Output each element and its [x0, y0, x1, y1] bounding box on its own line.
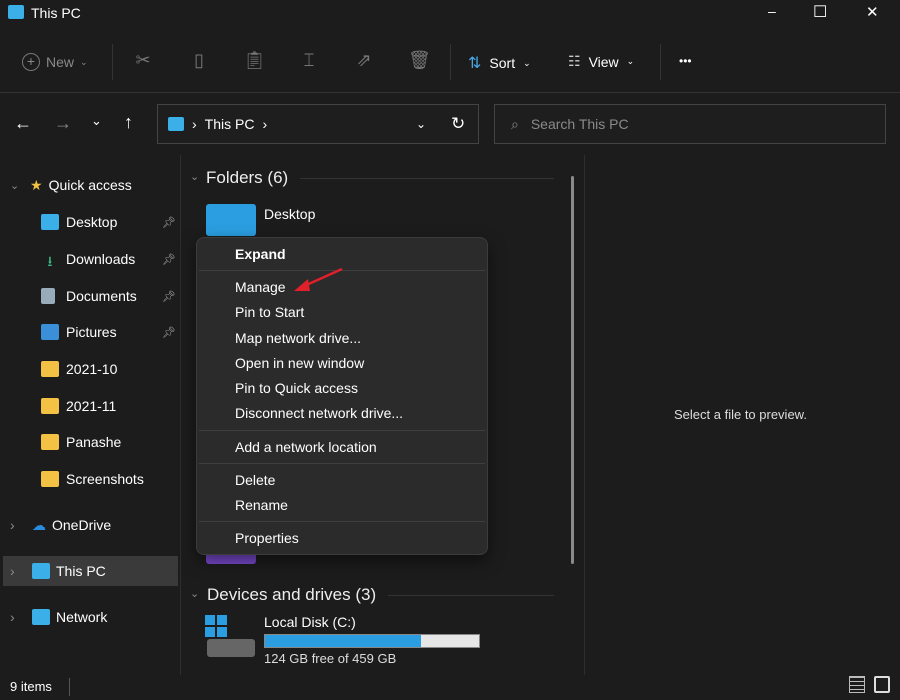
pc-icon [168, 117, 184, 131]
sort-icon: ⇅ [468, 55, 482, 72]
sidebar-item-network[interactable]: › Network [0, 602, 178, 632]
minimize-button[interactable]: – [768, 3, 776, 19]
paste-icon[interactable]: 📋︎ [243, 50, 266, 74]
pin-icon[interactable]: 📌︎ [162, 253, 176, 266]
collapse-icon[interactable]: ⌄ [190, 170, 199, 183]
menu-item-expand[interactable]: Expand [235, 246, 286, 262]
sidebar-item-downloads[interactable]: ⭳ Downloads 📌︎ [0, 244, 178, 274]
divider [300, 178, 554, 179]
folder-icon [206, 204, 256, 236]
sidebar-item-documents[interactable]: Documents 📌︎ [0, 281, 178, 311]
sidebar-item-2021-11[interactable]: 2021-11 [0, 391, 178, 421]
pc-icon [32, 563, 50, 579]
chevron-right-icon: › [192, 116, 197, 132]
sidebar-item-2021-10[interactable]: 2021-10 [0, 354, 178, 384]
more-button[interactable]: ••• [679, 54, 692, 68]
menu-item-map-network-drive[interactable]: Map network drive... [235, 330, 361, 346]
view-button[interactable]: ☷ View ⌄ [568, 53, 634, 70]
rename-icon[interactable]: ⌶ [298, 50, 320, 74]
view-icon: ☷ [568, 53, 581, 69]
pin-icon[interactable]: 📌︎ [162, 216, 176, 229]
up-button[interactable]: ↑ [124, 112, 133, 133]
chevron-down-icon: ⌄ [523, 57, 531, 68]
drive-icon [205, 615, 255, 657]
address-dropdown[interactable]: ⌄ [416, 117, 426, 131]
maximize-button[interactable]: ☐ [813, 2, 827, 22]
sidebar-item-screenshots[interactable]: Screenshots [0, 464, 178, 494]
plus-circle-icon: + [22, 53, 40, 71]
download-icon: ⭳ [47, 253, 53, 269]
sidebar-item-pictures[interactable]: Pictures 📌︎ [0, 317, 178, 347]
forward-button[interactable]: → [54, 113, 72, 134]
divider [112, 44, 113, 80]
devices-header: Devices and drives (3) [207, 585, 377, 604]
menu-item-pin-to-start[interactable]: Pin to Start [235, 304, 304, 320]
menu-item-rename[interactable]: Rename [235, 497, 288, 513]
menu-separator [199, 521, 485, 522]
delete-icon[interactable]: 🗑︎ [408, 50, 431, 74]
desktop-icon [41, 214, 59, 230]
search-box[interactable]: ⌕ Search This PC [494, 104, 886, 144]
chevron-down-icon: ⌄ [626, 56, 635, 66]
menu-item-manage[interactable]: Manage [235, 279, 286, 295]
recent-dropdown[interactable]: ⌄ [91, 113, 102, 129]
menu-item-properties[interactable]: Properties [235, 530, 299, 546]
divider [388, 595, 554, 596]
search-icon: ⌕ [511, 115, 519, 132]
folders-header: Folders (6) [206, 168, 289, 187]
document-icon [41, 288, 55, 304]
menu-separator [199, 430, 485, 431]
sidebar-item-this-pc[interactable]: › This PC [3, 556, 178, 586]
item-count: 9 items [10, 679, 52, 694]
folder-icon [41, 361, 59, 377]
network-icon [32, 609, 50, 625]
menu-item-add-network-location[interactable]: Add a network location [235, 439, 377, 455]
folder-icon [41, 434, 59, 450]
chevron-down-icon: ⌄ [80, 56, 88, 67]
folder-icon [41, 471, 59, 487]
divider [0, 92, 900, 93]
pin-icon[interactable]: 📌︎ [162, 326, 176, 339]
close-button[interactable]: ✕ [866, 3, 879, 21]
address-bar[interactable]: › This PC › ⌄ ↻ [157, 104, 479, 144]
tiles-view-icon[interactable] [874, 676, 890, 693]
divider [584, 155, 585, 675]
divider [660, 44, 661, 80]
copy-icon[interactable]: ▯ [188, 50, 210, 74]
scrollbar[interactable] [571, 176, 574, 564]
new-button[interactable]: + New ⌄ [22, 53, 88, 71]
menu-item-delete[interactable]: Delete [235, 472, 275, 488]
collapse-icon[interactable]: ⌄ [190, 587, 199, 600]
drive-usage-bar [264, 634, 480, 648]
divider [69, 678, 70, 696]
sidebar-item-panashe[interactable]: Panashe [0, 427, 178, 457]
sidebar-item-desktop[interactable]: Desktop 📌︎ [0, 207, 178, 237]
share-icon[interactable]: ⇗ [353, 50, 375, 74]
divider [180, 155, 181, 675]
drive-local-disk-c[interactable]: Local Disk (C:) 124 GB free of 459 GB [264, 614, 484, 666]
pin-icon[interactable]: 📌︎ [162, 290, 176, 303]
sidebar-item-onedrive[interactable]: › ☁ OneDrive [0, 510, 178, 540]
details-view-icon[interactable] [849, 676, 865, 693]
divider [450, 44, 451, 80]
menu-item-pin-quick-access[interactable]: Pin to Quick access [235, 380, 358, 396]
folder-icon [41, 398, 59, 414]
menu-item-disconnect-network-drive[interactable]: Disconnect network drive... [235, 405, 403, 421]
back-button[interactable]: ← [14, 113, 32, 134]
chevron-right-icon: › [262, 116, 268, 132]
sort-button[interactable]: ⇅ Sort ⌄ [468, 53, 531, 73]
sidebar-item-quick-access[interactable]: ⌄ ★ Quick access [0, 170, 178, 200]
cloud-icon: ☁ [32, 516, 46, 533]
pc-icon [8, 5, 24, 19]
star-icon: ★ [30, 176, 43, 193]
pictures-icon [41, 324, 59, 340]
menu-item-open-new-window[interactable]: Open in new window [235, 355, 364, 371]
refresh-icon[interactable]: ↻ [451, 114, 465, 134]
folder-item-desktop[interactable]: Desktop [264, 206, 315, 222]
cut-icon[interactable]: ✂ [132, 50, 154, 74]
window-title: This PC [31, 5, 81, 21]
menu-separator [199, 463, 485, 464]
preview-pane-text: Select a file to preview. [674, 407, 807, 422]
annotation-arrow-icon [294, 267, 343, 291]
